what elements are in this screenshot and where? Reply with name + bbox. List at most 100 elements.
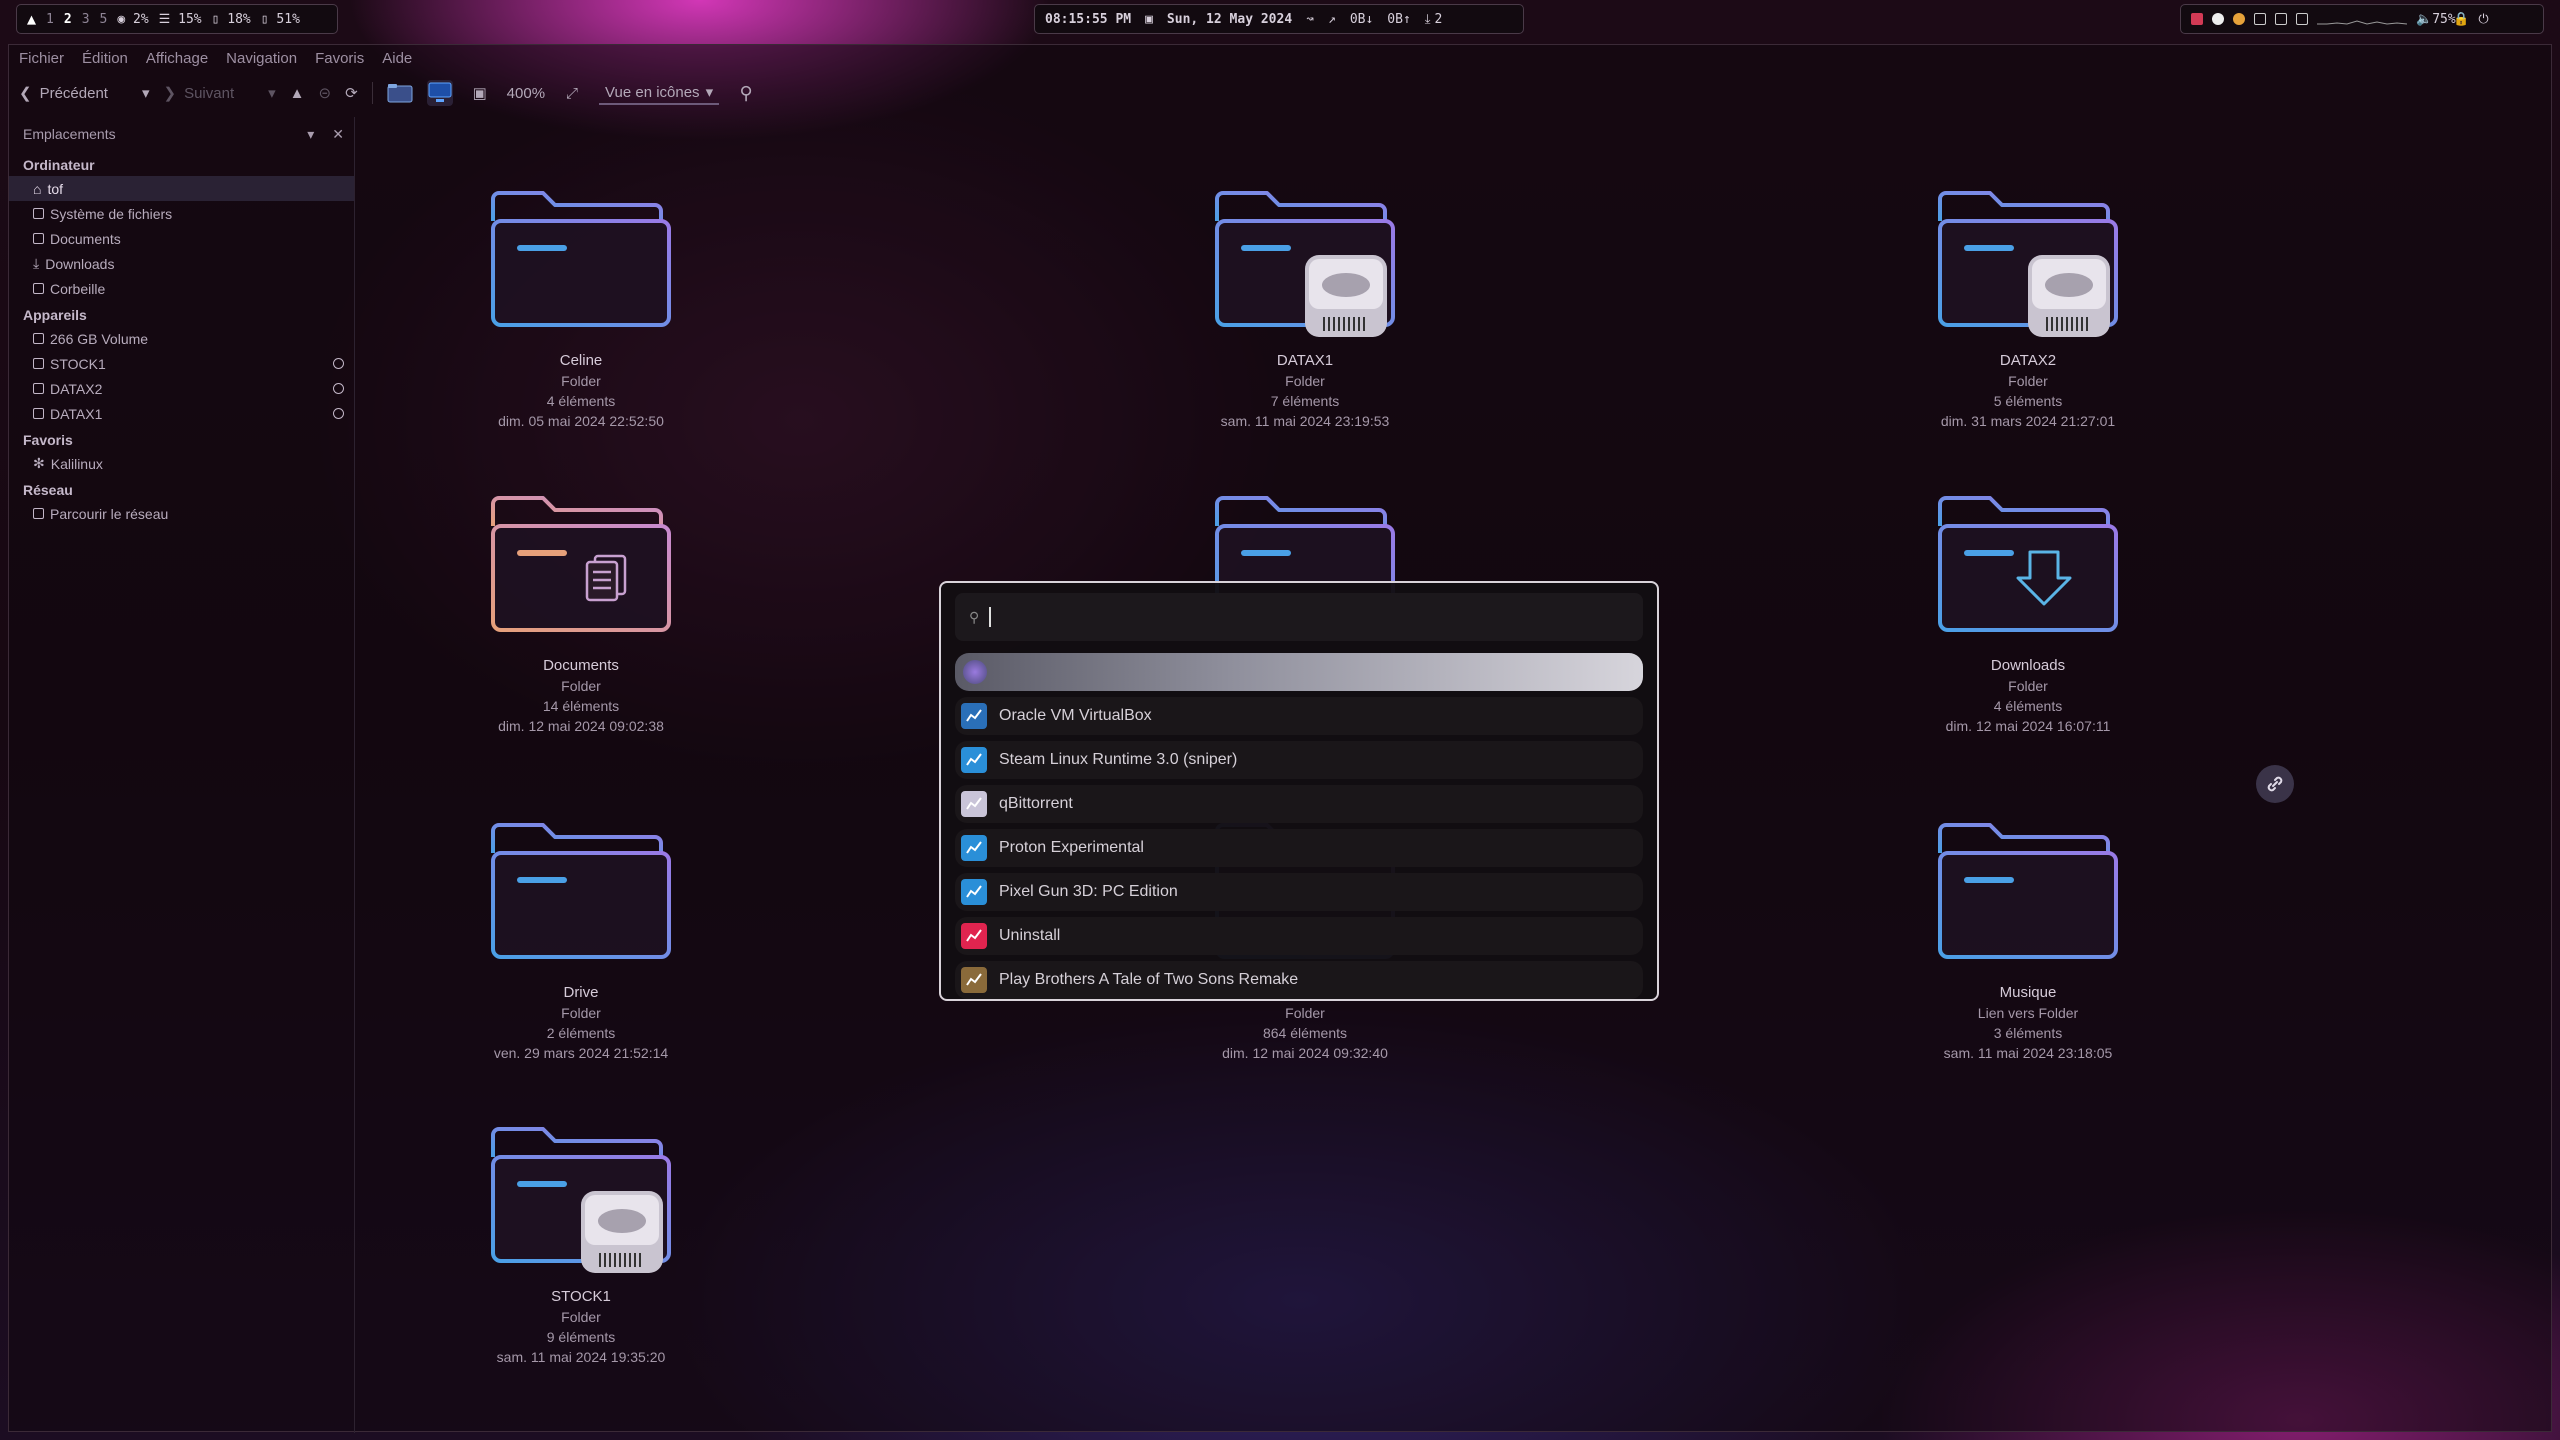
workspace-3[interactable]: 3 — [82, 12, 90, 27]
folder-item-datax1[interactable]: DATAX1 Folder 7 éléments sam. 11 mai 2024 2… — [1155, 181, 1455, 431]
arch-logo-icon[interactable]: ▲ — [27, 10, 36, 28]
folder-count: 3 éléments — [1993, 1025, 2063, 1041]
chevron-right-icon: ❯ — [163, 85, 177, 102]
folder-item-stock1[interactable]: STOCK1 Folder 9 éléments sam. 11 mai 2024 1… — [431, 1117, 731, 1367]
lock-icon[interactable]: 🔒 — [2453, 12, 2469, 27]
launcher-app-label: Uninstall — [999, 927, 1061, 944]
proton-icon — [961, 835, 987, 861]
workspace-2[interactable]: 2 — [64, 12, 72, 27]
close-icon[interactable]: ✕ — [332, 126, 344, 143]
drive-icon — [33, 333, 44, 344]
eject-icon[interactable] — [333, 408, 344, 419]
sidebar-item-datax1[interactable]: DATAX1 — [9, 401, 354, 426]
mem-usage: ☰ 15% — [158, 11, 202, 27]
tray-app-orange-icon[interactable] — [2233, 13, 2245, 25]
launcher-app-play-brothers-a-tale-of-two-sons-remake[interactable]: Play Brothers A Tale of Two Sons Remake — [955, 961, 1643, 999]
launcher-app-label: qBittorrent — [999, 795, 1073, 812]
sidebar-header: Emplacements ▾ ✕ — [9, 117, 354, 151]
sidebar-item-browse-network[interactable]: Parcourir le réseau — [9, 501, 354, 526]
view-mode-select[interactable]: Vue en icônes ▾ — [599, 81, 720, 105]
cpu-graph — [2317, 20, 2407, 25]
sidebar-dropdown-icon[interactable]: ▾ — [307, 126, 314, 143]
workspace-5[interactable]: 5 — [100, 12, 108, 27]
net-down: 0B↓ — [1349, 11, 1374, 27]
folder-name: Downloads — [1990, 657, 2066, 674]
power-icon[interactable]: ⏻ — [2478, 12, 2488, 27]
workspace-1[interactable]: 1 — [46, 12, 54, 27]
launcher-app-label: Play Brothers A Tale of Two Sons Remake — [999, 971, 1299, 988]
folder-type: Folder — [1285, 1005, 1325, 1021]
clock-time[interactable]: 08:15:55 PM — [1045, 12, 1131, 27]
sidebar-item-documents[interactable]: Documents — [9, 226, 354, 251]
tray-app-3-icon[interactable] — [2296, 13, 2308, 25]
zoom-fit-button[interactable]: ⤢ — [559, 80, 585, 106]
network-trend-icon: ↝ — [1306, 11, 1314, 27]
trash-icon — [33, 283, 44, 294]
volume-icon[interactable]: 🔈75% — [2416, 12, 2456, 27]
eject-icon[interactable] — [333, 358, 344, 369]
folder-name: DATAX1 — [1276, 352, 1334, 369]
launcher-selected-row[interactable] — [955, 653, 1643, 691]
zoom-reset-button[interactable]: ▣ — [467, 80, 493, 106]
back-button[interactable]: ❮ Précédent ▾ — [19, 84, 150, 103]
folder-item-drive[interactable]: Drive Folder 2 éléments ven. 29 mars 2024 2… — [431, 813, 731, 1063]
folder-date: ven. 29 mars 2024 21:52:14 — [493, 1045, 669, 1061]
places-sidebar: Emplacements ▾ ✕ Ordinateur ⌂ tof Système… — [9, 117, 355, 1433]
launcher-app-label: Steam Linux Runtime 3.0 (sniper) — [999, 751, 1238, 768]
computer-button[interactable] — [426, 80, 453, 106]
launcher-app-oracle-vm-virtualbox[interactable]: Oracle VM VirtualBox — [955, 697, 1643, 735]
tray-app-red-icon[interactable] — [2191, 13, 2203, 25]
menu-aide[interactable]: Aide — [382, 50, 412, 67]
menu-fichier[interactable]: Fichier — [19, 50, 64, 67]
folder-item-musique[interactable]: Musique Lien vers Folder 3 éléments sam. 11… — [1878, 813, 2178, 1063]
forward-button[interactable]: ❯ Suivant ▾ — [163, 84, 276, 103]
search-icon: ⚲ — [969, 608, 980, 625]
folder-item-datax2[interactable]: DATAX2 Folder 5 éléments dim. 31 mars 2024 … — [1878, 181, 2178, 431]
folder-count: 864 éléments — [1262, 1025, 1348, 1041]
tray-app-2-icon[interactable] — [2275, 13, 2287, 25]
menu-affichage[interactable]: Affichage — [146, 50, 208, 67]
sidebar-item-kalilinux[interactable]: ✻ Kalilinux — [9, 451, 354, 476]
folder-item-downloads[interactable]: Downloads Folder 4 éléments dim. 12 mai 202… — [1878, 486, 2178, 736]
menu-bar: Fichier Édition Affichage Navigation Fav… — [9, 45, 2551, 71]
sidebar-item-266gb-volume[interactable]: 266 GB Volume — [9, 326, 354, 351]
launcher-app-proton-experimental[interactable]: Proton Experimental — [955, 829, 1643, 867]
clock-date[interactable]: Sun, 12 May 2024 — [1167, 12, 1292, 27]
sidebar-item-downloads[interactable]: ⤓ Downloads — [9, 251, 354, 276]
stop-button[interactable]: ⊝ — [319, 84, 332, 102]
launcher-app-steam-linux-runtime-3-0-sniper[interactable]: Steam Linux Runtime 3.0 (sniper) — [955, 741, 1643, 779]
launcher-app-qbittorrent[interactable]: qBittorrent — [955, 785, 1643, 823]
launcher-app-label: Proton Experimental — [999, 839, 1144, 856]
search-button[interactable]: ⚲ — [733, 80, 759, 106]
launcher-app-pixel-gun-3d-pc-edition[interactable]: Pixel Gun 3D: PC Edition — [955, 873, 1643, 911]
drive-icon — [33, 383, 44, 394]
updates-icon[interactable]: ⤓ — [1425, 12, 1431, 27]
parent-folder-button[interactable]: ▲ — [290, 85, 305, 102]
virtualbox-icon — [961, 703, 987, 729]
sidebar-item-datax2[interactable]: DATAX2 — [9, 376, 354, 401]
sidebar-item-filesystem[interactable]: Système de fichiers — [9, 201, 354, 226]
net-up: 0B↑ — [1387, 11, 1411, 27]
tray-app-white-icon[interactable] — [2212, 13, 2224, 25]
back-history-dropdown-icon[interactable]: ▾ — [142, 84, 150, 102]
folder-count: 7 éléments — [1270, 393, 1340, 409]
sidebar-title[interactable]: Emplacements — [23, 126, 116, 142]
forward-history-dropdown-icon[interactable]: ▾ — [268, 84, 276, 102]
sidebar-item-tof[interactable]: ⌂ tof — [9, 176, 354, 201]
tray-app-1-icon[interactable] — [2254, 13, 2266, 25]
home-folder-button[interactable] — [387, 80, 413, 106]
menu-favoris[interactable]: Favoris — [315, 50, 364, 67]
folder-item-celine[interactable]: Celine Folder 4 éléments dim. 05 mai 2024 2… — [431, 181, 731, 431]
folder-item-documents[interactable]: Documents Folder 14 éléments dim. 12 mai 20… — [431, 486, 731, 736]
menu-navigation[interactable]: Navigation — [226, 50, 297, 67]
reload-button[interactable]: ⟳ — [345, 84, 358, 102]
sidebar-item-stock1[interactable]: STOCK1 — [9, 351, 354, 376]
folder-date: dim. 12 mai 2024 09:32:40 — [1222, 1045, 1388, 1061]
sidebar-item-label: tof — [47, 180, 64, 197]
launcher-search-input[interactable]: ⚲ — [955, 593, 1643, 641]
toolbar: ❮ Précédent ▾ ❯ Suivant ▾ ▲ ⊝ ⟳ ▣ 400% ⤢… — [9, 73, 2551, 113]
sidebar-item-trash[interactable]: Corbeille — [9, 276, 354, 301]
menu-edition[interactable]: Édition — [82, 50, 128, 67]
eject-icon[interactable] — [333, 383, 344, 394]
launcher-app-uninstall[interactable]: Uninstall — [955, 917, 1643, 955]
